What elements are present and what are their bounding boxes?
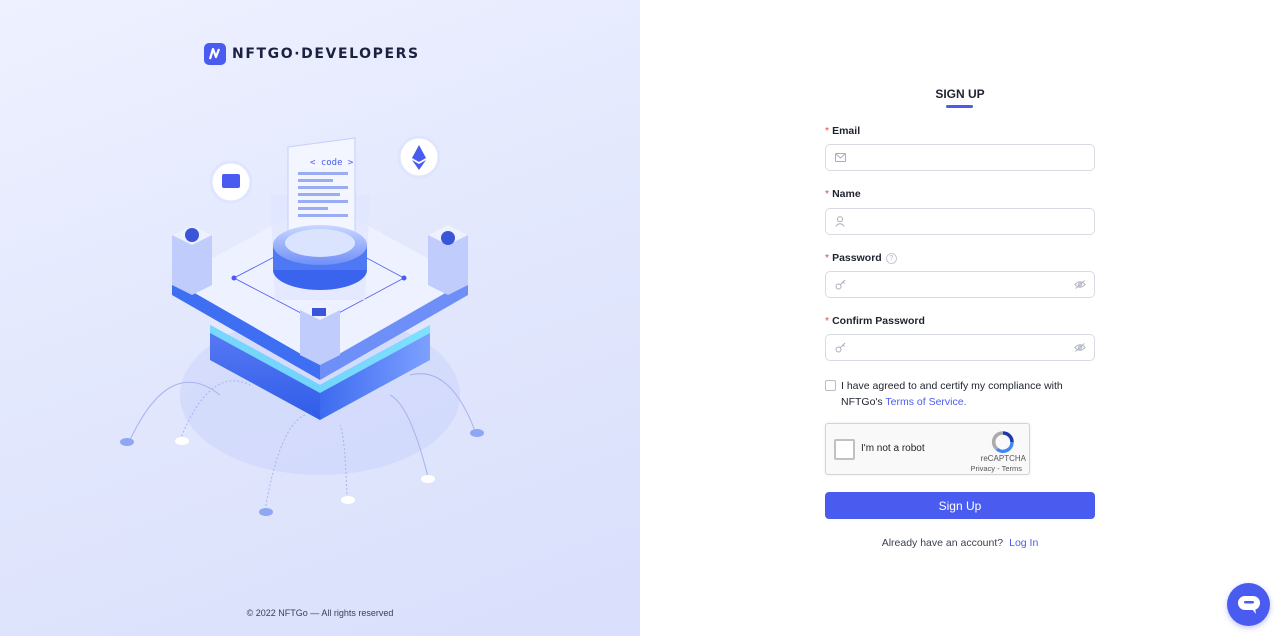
login-prompt: Already have an account? Log In [881, 537, 1039, 549]
terms-of-service-link[interactable]: Terms of Service. [885, 396, 966, 408]
wallet-icon [222, 174, 240, 188]
name-label: * Name [825, 188, 861, 200]
confirm-password-field[interactable] [825, 334, 1095, 361]
recaptcha-logo-icon [991, 431, 1014, 453]
key-icon [834, 342, 846, 354]
eye-invisible-icon[interactable] [1074, 342, 1086, 354]
sign-up-button[interactable]: Sign Up [825, 492, 1095, 519]
left-panel: NFTGO·DEVELOPERS < code > © 2022 NFTGo —… [0, 0, 640, 636]
password-input[interactable] [850, 272, 1074, 297]
key-icon [834, 279, 846, 291]
agreement-text: I have agreed to and certify my complian… [841, 380, 1063, 408]
confirm-password-input[interactable] [850, 335, 1074, 360]
right-panel: SIGN UP * Email * Name * Password ? * Co… [640, 0, 1280, 636]
email-input[interactable] [850, 145, 1086, 170]
chat-bubble-icon [1237, 595, 1260, 614]
code-label: < code > [310, 158, 354, 168]
nftgo-logo: NFTGO·DEVELOPERS [204, 43, 420, 65]
password-field[interactable] [825, 271, 1095, 298]
required-mark: * [825, 315, 830, 327]
required-mark: * [825, 125, 830, 137]
email-label: * Email [825, 125, 861, 137]
mail-icon [834, 152, 846, 164]
chat-support-button[interactable] [1227, 583, 1270, 626]
required-mark: * [825, 252, 830, 264]
user-icon [834, 216, 846, 228]
developer-illustration: < code > [120, 135, 484, 516]
title-underline [946, 105, 973, 108]
confirm-password-label: * Confirm Password [825, 315, 925, 327]
log-in-link[interactable]: Log In [1009, 537, 1038, 549]
terms-checkbox[interactable] [825, 380, 836, 391]
required-mark: * [825, 188, 830, 200]
recaptcha-label: I'm not a robot [861, 443, 925, 454]
copyright-text: © 2022 NFTGo — All rights reserved [246, 608, 394, 618]
eye-invisible-icon[interactable] [1074, 279, 1086, 291]
page-title: SIGN UP [935, 87, 985, 101]
recaptcha-links[interactable]: Privacy - Terms [970, 464, 1022, 473]
recaptcha-brand: reCAPTCHA [980, 454, 1026, 463]
logo-text: NFTGO·DEVELOPERS [232, 46, 420, 62]
email-field[interactable] [825, 144, 1095, 171]
question-circle-icon[interactable]: ? [885, 252, 897, 264]
password-label: * Password ? [825, 252, 897, 264]
recaptcha-checkbox[interactable] [834, 439, 855, 460]
name-input[interactable] [850, 209, 1086, 234]
name-field[interactable] [825, 208, 1095, 235]
terms-agreement: I have agreed to and certify my complian… [825, 379, 1095, 410]
nftgo-logo-icon [204, 43, 226, 65]
recaptcha-widget: I'm not a robot reCAPTCHA Privacy - Term… [825, 423, 1030, 475]
